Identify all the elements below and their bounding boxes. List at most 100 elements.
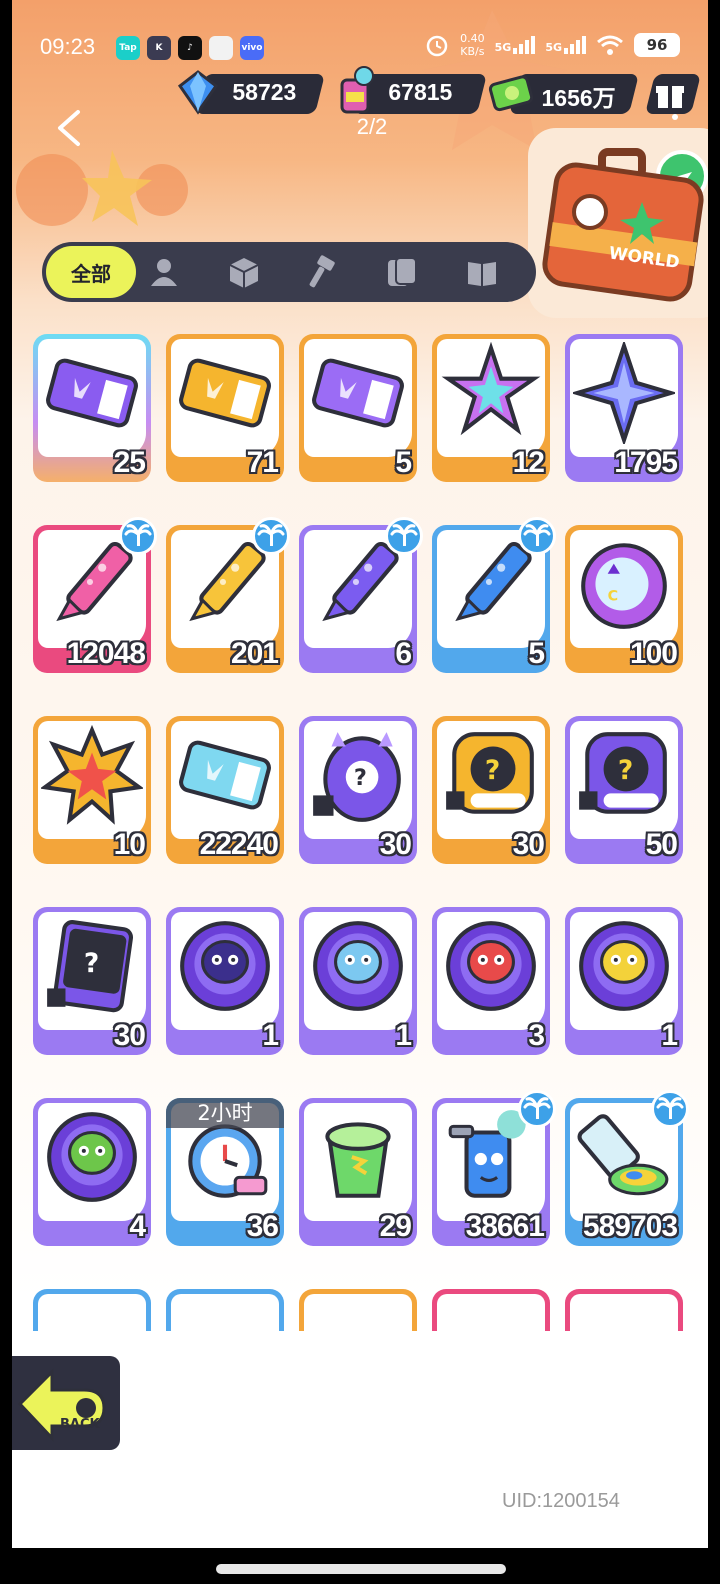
kuaishou-app-icon: K <box>147 36 171 60</box>
season-ticket-icon <box>179 740 271 810</box>
inventory-item[interactable]: 38661 <box>432 1090 556 1246</box>
svg-text:?: ? <box>84 948 99 979</box>
inventory-item[interactable]: 589703 <box>565 1090 689 1246</box>
inventory-item[interactable]: 6 <box>299 517 423 673</box>
inventory-item[interactable]: 12048 <box>33 517 157 673</box>
inventory-item[interactable]: 12 <box>432 334 550 482</box>
game-screen: 58723 67815 1656万 2/2 WORLD 全部 25 71 5 1… <box>12 0 708 1548</box>
item-count: 30 <box>379 828 412 861</box>
person-icon[interactable] <box>146 254 182 290</box>
suitcase-icon[interactable]: WORLD <box>532 142 708 312</box>
inventory-item-partial[interactable] <box>299 1289 417 1331</box>
item-count: 12 <box>512 446 545 479</box>
inventory-item-partial[interactable] <box>33 1289 151 1331</box>
inventory-item[interactable]: ? 30 <box>432 716 550 864</box>
item-count: 1795 <box>614 446 678 479</box>
inventory-item[interactable]: 22240 <box>166 716 284 864</box>
paint-can-icon <box>340 66 374 114</box>
inventory-item[interactable]: 201 <box>166 517 290 673</box>
hammer-icon[interactable] <box>304 254 340 290</box>
island-badge <box>518 1090 556 1128</box>
svg-text:?: ? <box>618 755 633 786</box>
palm-tree-icon <box>124 524 152 546</box>
clock: 09:23 <box>40 34 96 59</box>
home-indicator[interactable] <box>216 1564 506 1574</box>
notification-app-icons: Tap K ♪ vivo <box>116 36 264 60</box>
palm-tree-icon <box>523 524 551 546</box>
inventory-item[interactable]: C 100 <box>565 525 683 673</box>
back-arrow-button[interactable] <box>52 106 88 150</box>
item-count: 100 <box>629 637 678 670</box>
cash-count: 1656万 <box>541 85 616 111</box>
inventory-item[interactable]: 29 <box>299 1098 417 1246</box>
inventory-item-partial[interactable] <box>166 1289 284 1331</box>
palm-tree-icon <box>390 524 418 546</box>
fish-pet-icon <box>313 921 403 1011</box>
inventory-item[interactable]: 36 2小时 <box>166 1098 284 1246</box>
deity-gold-icon: ? <box>446 732 534 814</box>
item-count: 6 <box>395 637 412 670</box>
back-label: BACK <box>60 1417 101 1432</box>
item-count: 1 <box>395 1019 412 1052</box>
palm-tree-icon <box>656 1097 684 1119</box>
burst-badge-icon <box>41 724 143 825</box>
cool-badge-icon: C <box>581 543 667 629</box>
gift-shop-icon[interactable] <box>652 78 688 112</box>
inventory-item[interactable]: ? 30 <box>299 716 417 864</box>
box-icon[interactable] <box>226 254 262 290</box>
item-count: 22240 <box>199 828 279 861</box>
island-badge <box>385 517 423 555</box>
item-count: 36 <box>246 1210 279 1243</box>
inventory-item[interactable]: 3 <box>432 907 550 1055</box>
inventory-item-partial[interactable] <box>565 1289 683 1331</box>
travel-card-icon: ? <box>47 920 134 1013</box>
card-icon[interactable] <box>384 254 420 290</box>
deity-purple-icon: ? <box>579 732 667 814</box>
shark-pet-icon <box>446 921 536 1011</box>
inventory-item[interactable]: 1795 <box>565 334 683 482</box>
item-count: 201 <box>230 637 279 670</box>
network-speed: 0.40 KB/s <box>460 32 485 58</box>
squid-pet-icon <box>579 921 669 1011</box>
inventory-item[interactable]: ? 30 <box>33 907 151 1055</box>
item-card-inner <box>437 1294 545 1331</box>
timer-badge: 2小时 <box>166 1098 284 1128</box>
signal-bars-icon <box>564 36 586 54</box>
inventory-item[interactable]: 25 <box>33 334 151 482</box>
item-count: 1 <box>262 1019 279 1052</box>
item-count: 38661 <box>465 1210 545 1243</box>
item-count: 589703 <box>582 1210 678 1243</box>
island-badge <box>518 517 556 555</box>
system-status-bar: 09:23 Tap K ♪ vivo 0.40 KB/s 5G 5G 96 <box>0 28 720 68</box>
inventory-item[interactable]: 1 <box>299 907 417 1055</box>
signal-2-label: 5G <box>545 41 562 54</box>
island-badge <box>119 517 157 555</box>
palm-tree-icon <box>257 524 285 546</box>
inventory-item[interactable]: 10 <box>33 716 151 864</box>
partial-row-clip <box>12 1289 708 1331</box>
item-card-inner <box>304 1294 412 1331</box>
item-count: 30 <box>113 1019 146 1052</box>
crown-ticket-icon <box>46 358 138 428</box>
inventory-item[interactable]: 1 <box>166 907 284 1055</box>
tab-all[interactable]: 全部 <box>46 246 136 298</box>
inventory-item[interactable]: ? 50 <box>565 716 683 864</box>
cash-icon <box>488 75 534 112</box>
item-count: 5 <box>395 446 412 479</box>
calendar-app-icon <box>209 36 233 60</box>
inventory-item[interactable]: 1 <box>565 907 683 1055</box>
item-count: 12048 <box>66 637 146 670</box>
signal-1-label: 5G <box>494 41 512 54</box>
page-indicator: 2/2 <box>356 114 388 139</box>
inventory-item[interactable]: 5 <box>299 334 417 482</box>
item-count: 5 <box>528 637 545 670</box>
item-card-inner <box>570 1294 678 1331</box>
inventory-item[interactable]: 4 <box>33 1098 151 1246</box>
back-arrow-icon: BACK <box>17 1368 106 1442</box>
book-icon[interactable] <box>464 254 500 290</box>
sprout-pet-icon <box>47 1112 137 1202</box>
inventory-item-partial[interactable] <box>432 1289 550 1331</box>
back-button[interactable]: BACK <box>12 1352 124 1454</box>
inventory-item[interactable]: 71 <box>166 334 284 482</box>
inventory-item[interactable]: 5 <box>432 517 556 673</box>
